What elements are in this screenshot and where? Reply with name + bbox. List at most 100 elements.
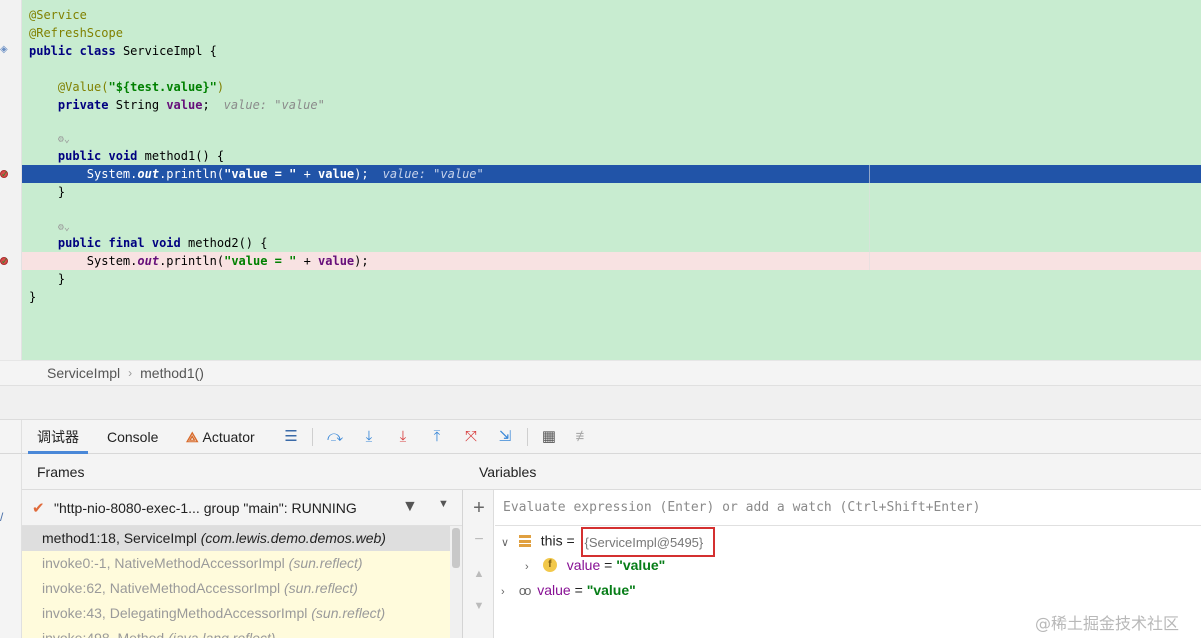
code-token: System.: [86, 254, 138, 268]
method-signature: method2() {: [188, 236, 268, 250]
frame-method: invoke:498, Method: [42, 630, 165, 638]
string-literal: "value = ": [224, 254, 297, 268]
variable-row-this[interactable]: ∨ this = {ServiceImpl@5495}: [501, 527, 716, 557]
move-up-icon[interactable]: ▲: [469, 564, 489, 584]
code-line[interactable]: ⚙⌄: [22, 129, 1201, 147]
step-into-icon[interactable]: ⤓: [359, 427, 379, 447]
inline-value-hint: value: "value": [223, 98, 325, 112]
tab-actuator[interactable]: ⟁ Actuator: [186, 420, 255, 454]
tab-label: Actuator: [202, 429, 255, 445]
breadcrumb-method[interactable]: method1(): [140, 365, 204, 381]
breadcrumb-separator: ›: [128, 366, 133, 380]
chevron-down-icon[interactable]: ▼: [438, 498, 449, 510]
code-lens-icon[interactable]: ⚙⌄: [58, 222, 70, 233]
frame-item[interactable]: invoke:43, DelegatingMethodAccessorImpl …: [22, 601, 450, 626]
annotation: ): [216, 80, 225, 94]
watch-icon: oo: [518, 583, 532, 599]
add-watch-icon[interactable]: +: [469, 498, 489, 518]
chevron-right-icon[interactable]: ›: [525, 555, 539, 579]
annotation: @Service: [29, 8, 87, 22]
frame-method: invoke:62, NativeMethodAccessorImpl: [42, 580, 281, 596]
frame-package: (sun.reflect): [284, 580, 358, 596]
remove-watch-icon[interactable]: −: [469, 530, 489, 550]
move-down-icon[interactable]: ▼: [469, 596, 489, 616]
code-line[interactable]: }: [22, 288, 1201, 306]
editor-gutter[interactable]: ◈ ✓ ✓: [0, 0, 22, 360]
tab-debugger[interactable]: 调试器: [28, 420, 88, 454]
toolbar-side-strip: [0, 420, 22, 454]
keyword: final: [108, 236, 145, 250]
code-line[interactable]: @Service: [22, 6, 1201, 24]
equals-sign: =: [562, 532, 579, 549]
breadcrumb-class[interactable]: ServiceImpl: [47, 365, 120, 381]
chevron-right-icon[interactable]: ›: [501, 580, 515, 604]
code-token: );: [354, 167, 369, 181]
code-area[interactable]: @Service @RefreshScope public class Serv…: [22, 0, 1201, 360]
step-over-icon[interactable]: ⤼: [325, 427, 345, 447]
code-token: +: [296, 167, 319, 181]
frames-header: Frames: [22, 454, 463, 490]
frame-item[interactable]: invoke0:-1, NativeMethodAccessorImpl (su…: [22, 551, 450, 576]
brace: }: [57, 185, 66, 199]
type-name: String: [115, 98, 160, 112]
code-line[interactable]: public final void method2() {: [22, 234, 1201, 252]
field-name: value: [166, 98, 203, 112]
variable-row-watch[interactable]: › oo value = "value": [501, 578, 636, 602]
frame-item[interactable]: method1:18, ServiceImpl (com.lewis.demo.…: [22, 526, 450, 551]
variable-value: "value": [586, 582, 636, 598]
drop-frame-icon[interactable]: ⤧: [461, 427, 481, 447]
variable-name: value: [537, 582, 571, 598]
code-editor[interactable]: ◈ ✓ ✓ @Service @RefreshScope public clas…: [0, 0, 1201, 360]
code-line[interactable]: }: [22, 270, 1201, 288]
code-line[interactable]: }: [22, 183, 1201, 201]
code-line[interactable]: public class ServiceImpl {: [22, 42, 1201, 60]
frames-scrollbar[interactable]: [450, 526, 462, 638]
debug-toolbar: 调试器 Console ⟁ Actuator ☰ ⤼ ⤓ ⤓ ⤒ ⤧ ⇲ ▦ ≢: [0, 420, 1201, 454]
field-name: value: [318, 167, 355, 181]
frames-side-strip: /: [0, 454, 22, 638]
static-field: out: [137, 167, 160, 181]
variable-value: "value": [616, 557, 666, 573]
scrollbar-thumb[interactable]: [452, 528, 460, 568]
brace: }: [29, 290, 37, 304]
frame-package: (sun.reflect): [288, 555, 363, 571]
variable-row-field[interactable]: › f value = "value": [525, 553, 665, 577]
evaluate-expression-input[interactable]: Evaluate expression (Enter) or add a wat…: [495, 490, 1201, 526]
thread-selector[interactable]: ✔ "http-nio-8080-exec-1... group "main":…: [22, 490, 462, 526]
code-lens-icon[interactable]: ⚙⌄: [58, 134, 70, 145]
code-token: System.: [86, 167, 138, 181]
filter-icon[interactable]: ▼: [402, 498, 418, 516]
method-signature: method1() {: [144, 149, 225, 163]
tab-label: Console: [107, 429, 159, 445]
code-line[interactable]: public void method1() {: [22, 147, 1201, 165]
static-field: out: [137, 254, 160, 268]
bean-marker-icon[interactable]: ◈: [0, 44, 8, 55]
force-step-into-icon[interactable]: ⤓: [393, 427, 413, 447]
code-line[interactable]: private String value; value: "value": [22, 96, 1201, 114]
breakpoint-line[interactable]: System.out.println("value = " + value);: [22, 252, 1201, 270]
frame-package: (com.lewis.demo.demos.web): [200, 530, 386, 546]
equals-sign: =: [570, 582, 587, 598]
frames-panel: / Frames ✔ "http-nio-8080-exec-1... grou…: [0, 454, 463, 638]
chevron-down-icon[interactable]: ∨: [501, 531, 515, 555]
step-out-icon[interactable]: ⤒: [427, 427, 447, 447]
class-name: ServiceImpl {: [122, 44, 217, 58]
code-line[interactable]: @RefreshScope: [22, 24, 1201, 42]
trace-icon[interactable]: ≢: [573, 427, 593, 447]
menu-icon[interactable]: ☰: [281, 427, 301, 447]
frame-item[interactable]: invoke:62, NativeMethodAccessorImpl (sun…: [22, 576, 450, 601]
tab-console[interactable]: Console: [107, 420, 158, 454]
code-line[interactable]: ⚙⌄: [22, 217, 1201, 235]
evaluate-icon[interactable]: ▦: [539, 427, 559, 447]
frame-method: invoke0:-1, NativeMethodAccessorImpl: [42, 555, 285, 571]
field-name: value: [318, 254, 355, 268]
variable-value: {ServiceImpl@5495}: [584, 535, 704, 550]
frame-item[interactable]: invoke:498, Method (java.lang.reflect): [22, 626, 450, 638]
code-token: .println(: [159, 167, 225, 181]
breakpoint-verified-icon: ✓: [1, 256, 9, 266]
run-to-cursor-icon[interactable]: ⇲: [495, 427, 515, 447]
keyword: class: [79, 44, 116, 58]
frame-list[interactable]: method1:18, ServiceImpl (com.lewis.demo.…: [22, 526, 450, 638]
current-execution-line[interactable]: System.out.println("value = " + value); v…: [22, 165, 1201, 183]
code-line[interactable]: @Value("${test.value}"): [22, 78, 1201, 96]
